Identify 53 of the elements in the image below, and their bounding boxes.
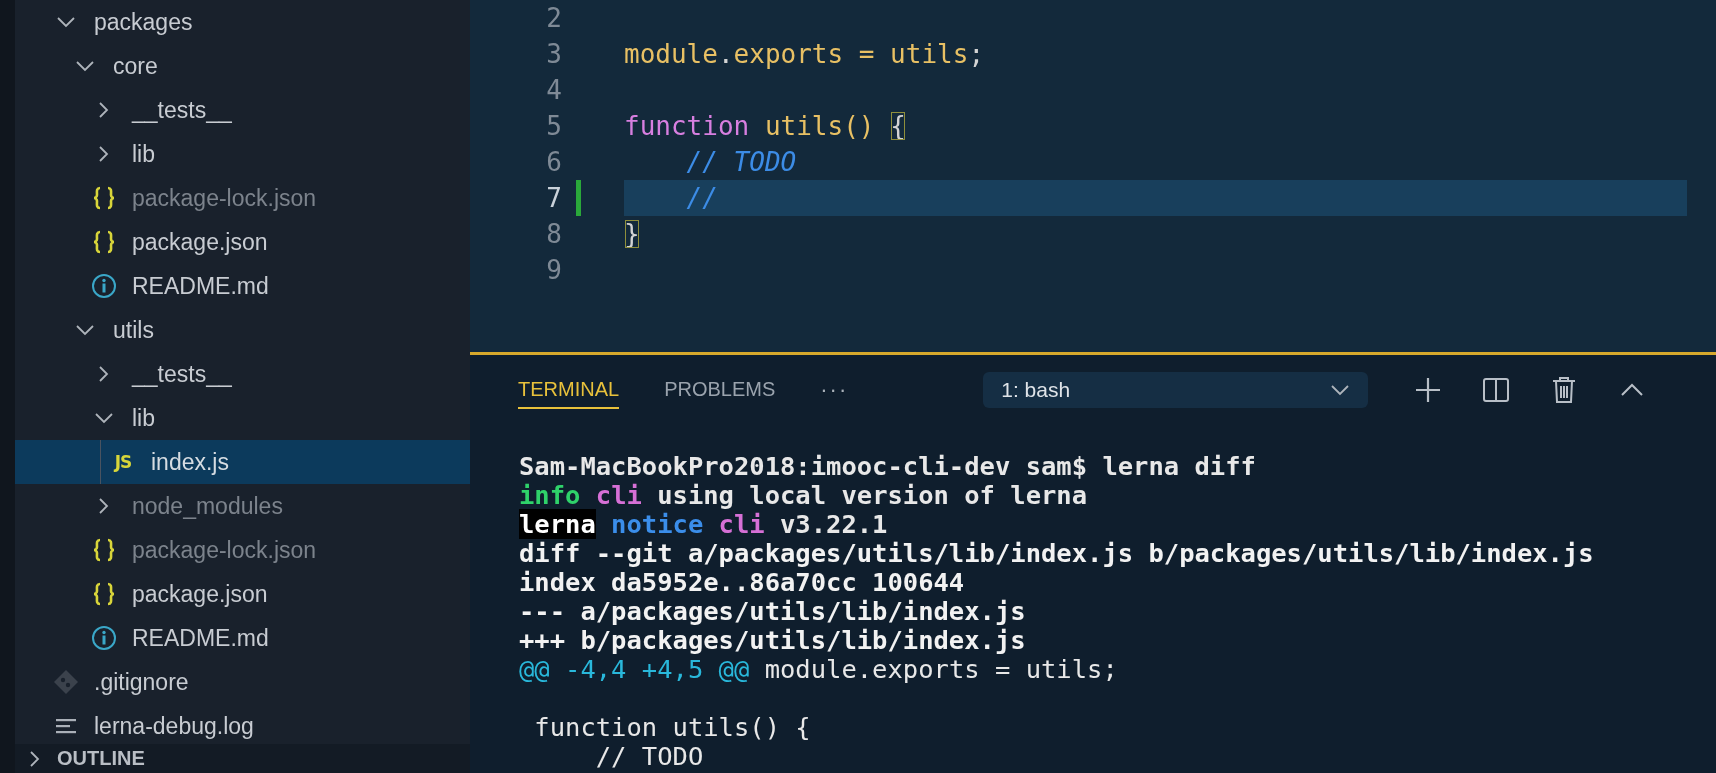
folder-item[interactable]: packages [15,0,470,44]
panel-tab[interactable]: PROBLEMS [664,371,776,409]
line-number: 4 [545,74,563,107]
terminal-line: diff --git a/packages/utils/lib/index.js b/packages/utils/lib/index.js [519,539,1594,568]
lines-icon [55,717,77,735]
terminal-line: function utils() { [533,713,811,742]
terminal-line: Sam-MacBookPro2018:imooc-cli-dev sam$ lerna diff [519,452,1256,481]
folder-item[interactable]: core [15,44,470,88]
file-item[interactable]: package.json [15,220,470,264]
line-number: 9 [545,254,563,287]
js-icon: JS [114,452,132,472]
line-number: 3 [545,38,563,71]
panel-tab[interactable]: TERMINAL [518,371,620,409]
outline-section-header[interactable]: OUTLINE [15,744,470,773]
info-icon [91,625,117,651]
folder-item[interactable]: __tests__ [15,88,470,132]
terminal-line: +++ b/packages/utils/lib/index.js [519,626,1026,655]
folder-item[interactable]: lib [15,132,470,176]
folder-item[interactable]: node_modules [15,484,470,528]
terminal-line: @@ -4,4 +4,5 @@ module.exports = utils; [519,655,1118,684]
code-line: module.exports = utils; [624,39,985,69]
file-item[interactable]: package-lock.json [15,528,470,572]
braces-icon [91,538,117,562]
file-item[interactable]: JS index.js [15,440,470,484]
terminal-line: index da5952e..86a70cc 100644 [519,568,965,597]
file-item[interactable]: package-lock.json [15,176,470,220]
file-item[interactable]: package.json [15,572,470,616]
split-icon[interactable] [1481,375,1512,405]
terminal-line: lerna notice cli v3.22.1 [519,510,888,539]
braces-icon [91,186,117,210]
braces-icon [91,582,117,606]
file-item[interactable]: README.md [15,264,470,308]
more-actions-button[interactable]: ··· [820,377,849,403]
line-number: 8 [545,218,563,251]
folder-item[interactable]: __tests__ [15,352,470,396]
terminal-line: // TODO [594,742,704,771]
braces-icon [91,230,117,254]
terminal-line: info cli using local version of lerna [519,481,1088,510]
file-item[interactable]: README.md [15,616,470,660]
diamond-icon [53,669,79,695]
info-icon [91,273,117,299]
file-item[interactable]: .gitignore [15,660,470,704]
terminal-line: --- a/packages/utils/lib/index.js [519,597,1026,626]
file-item[interactable]: lerna-debug.log [15,704,470,744]
line-number: 2 [545,2,563,35]
line-number: 6 [545,146,563,179]
line-number: 7 [470,180,581,216]
code-line: // [685,183,718,213]
terminal-select-dropdown[interactable]: 1: bash [983,372,1369,408]
folder-item[interactable]: utils [15,308,470,352]
code-line: // TODO [685,147,797,177]
folder-item[interactable]: lib [15,396,470,440]
line-number: 5 [545,110,563,143]
